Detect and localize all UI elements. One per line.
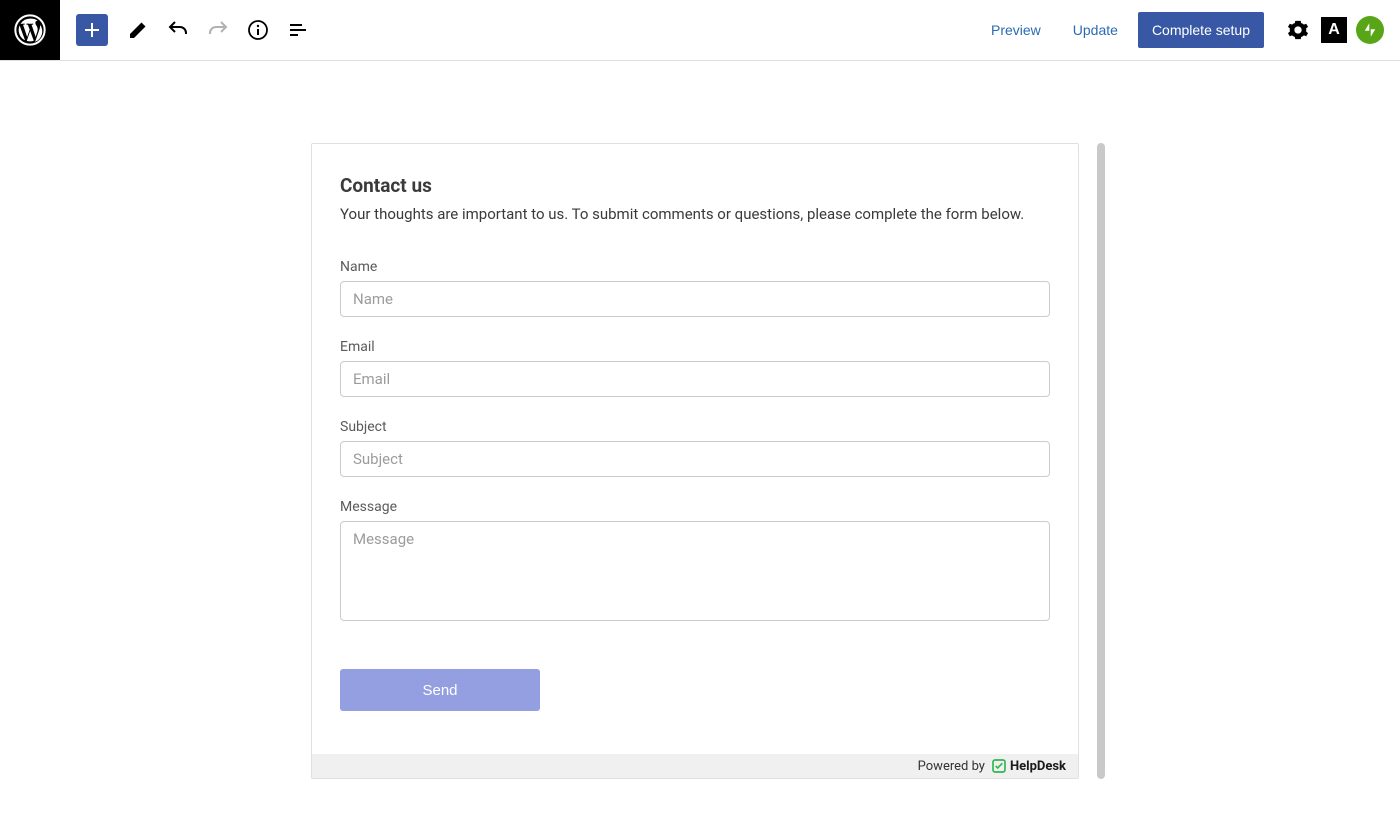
send-button[interactable]: Send	[340, 669, 540, 711]
redo-icon	[206, 18, 230, 42]
jetpack-button[interactable]	[1356, 16, 1384, 44]
editor-toolbar: Preview Update Complete setup A	[0, 0, 1400, 61]
preview-button[interactable]: Preview	[979, 14, 1053, 46]
complete-setup-button[interactable]: Complete setup	[1138, 12, 1264, 48]
name-label: Name	[340, 259, 1050, 275]
subject-field-group: Subject	[340, 419, 1050, 477]
undo-button[interactable]	[160, 12, 196, 48]
message-input[interactable]	[340, 521, 1050, 621]
subject-input[interactable]	[340, 441, 1050, 477]
message-field-group: Message	[340, 499, 1050, 625]
undo-icon	[166, 18, 190, 42]
toolbar-right-group: Preview Update Complete setup A	[979, 12, 1384, 48]
update-button[interactable]: Update	[1061, 14, 1130, 46]
info-button[interactable]	[240, 12, 276, 48]
wordpress-icon	[14, 14, 46, 46]
contact-form-block[interactable]: Contact us Your thoughts are important t…	[311, 143, 1079, 779]
message-label: Message	[340, 499, 1050, 515]
edit-button[interactable]	[120, 12, 156, 48]
subject-label: Subject	[340, 419, 1050, 435]
helpdesk-logo[interactable]: HelpDesk	[991, 758, 1066, 774]
email-label: Email	[340, 339, 1050, 355]
gear-icon	[1287, 19, 1309, 41]
name-input[interactable]	[340, 281, 1050, 317]
powered-by-label: Powered by	[918, 759, 985, 774]
helpdesk-brand: HelpDesk	[1010, 759, 1066, 774]
list-icon	[286, 18, 310, 42]
pencil-icon	[126, 18, 150, 42]
form-intro: Your thoughts are important to us. To su…	[340, 205, 1050, 223]
name-field-group: Name	[340, 259, 1050, 317]
form-title: Contact us	[340, 174, 1050, 197]
helpdesk-check-icon	[991, 758, 1007, 774]
toolbar-left-group	[76, 12, 316, 48]
plus-icon	[80, 18, 104, 42]
powered-by-footer: Powered by HelpDesk	[312, 754, 1078, 778]
outline-button[interactable]	[280, 12, 316, 48]
wordpress-logo[interactable]	[0, 0, 60, 60]
add-block-button[interactable]	[76, 14, 108, 46]
form-block-wrap: Contact us Your thoughts are important t…	[311, 143, 1089, 824]
info-icon	[246, 18, 270, 42]
redo-button[interactable]	[200, 12, 236, 48]
astra-button[interactable]: A	[1320, 16, 1348, 44]
email-field-group: Email	[340, 339, 1050, 397]
editor-canvas: Contact us Your thoughts are important t…	[0, 61, 1400, 824]
settings-button[interactable]	[1284, 16, 1312, 44]
email-input[interactable]	[340, 361, 1050, 397]
astra-icon: A	[1321, 17, 1347, 43]
block-scrollbar[interactable]	[1097, 143, 1105, 779]
jetpack-icon	[1356, 16, 1384, 44]
